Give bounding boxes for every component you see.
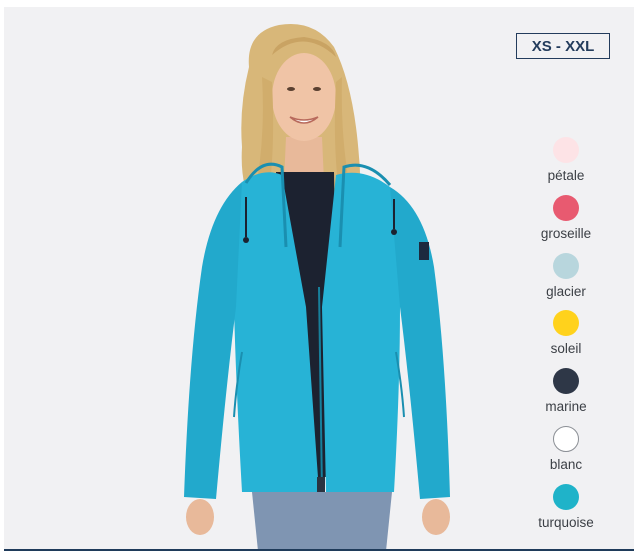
swatch-petale[interactable]: pétale xyxy=(526,137,606,195)
size-range-badge: XS - XXL xyxy=(516,33,610,59)
swatch-label: blanc xyxy=(549,456,583,472)
swatch-blanc[interactable]: blanc xyxy=(526,425,606,484)
swatch-dot[interactable] xyxy=(553,368,579,395)
swatch-dot[interactable] xyxy=(553,483,579,510)
swatch-label: soleil xyxy=(550,341,582,357)
swatch-dot[interactable] xyxy=(553,252,579,279)
product-card: XS - XXL pétale groseille glacier soleil… xyxy=(4,7,634,551)
swatch-soleil[interactable]: soleil xyxy=(526,310,606,368)
swatch-dot[interactable] xyxy=(553,194,579,221)
bottom-divider xyxy=(4,549,634,551)
swatch-label: marine xyxy=(545,399,587,415)
swatch-dot[interactable] xyxy=(553,425,579,452)
swatch-dot[interactable] xyxy=(553,137,579,163)
swatch-label: turquoise xyxy=(538,514,594,530)
color-swatch-list: pétale groseille glacier soleil marine b… xyxy=(526,137,606,542)
swatch-turquoise[interactable]: turquoise xyxy=(526,483,606,542)
swatch-glacier[interactable]: glacier xyxy=(526,252,606,311)
swatch-label: groseille xyxy=(540,225,592,241)
swatch-marine[interactable]: marine xyxy=(526,368,606,426)
swatch-dot[interactable] xyxy=(553,310,579,337)
model-photo xyxy=(184,23,450,551)
swatch-label: glacier xyxy=(546,283,586,299)
swatch-groseille[interactable]: groseille xyxy=(526,194,606,253)
swatch-label: pétale xyxy=(547,168,585,183)
